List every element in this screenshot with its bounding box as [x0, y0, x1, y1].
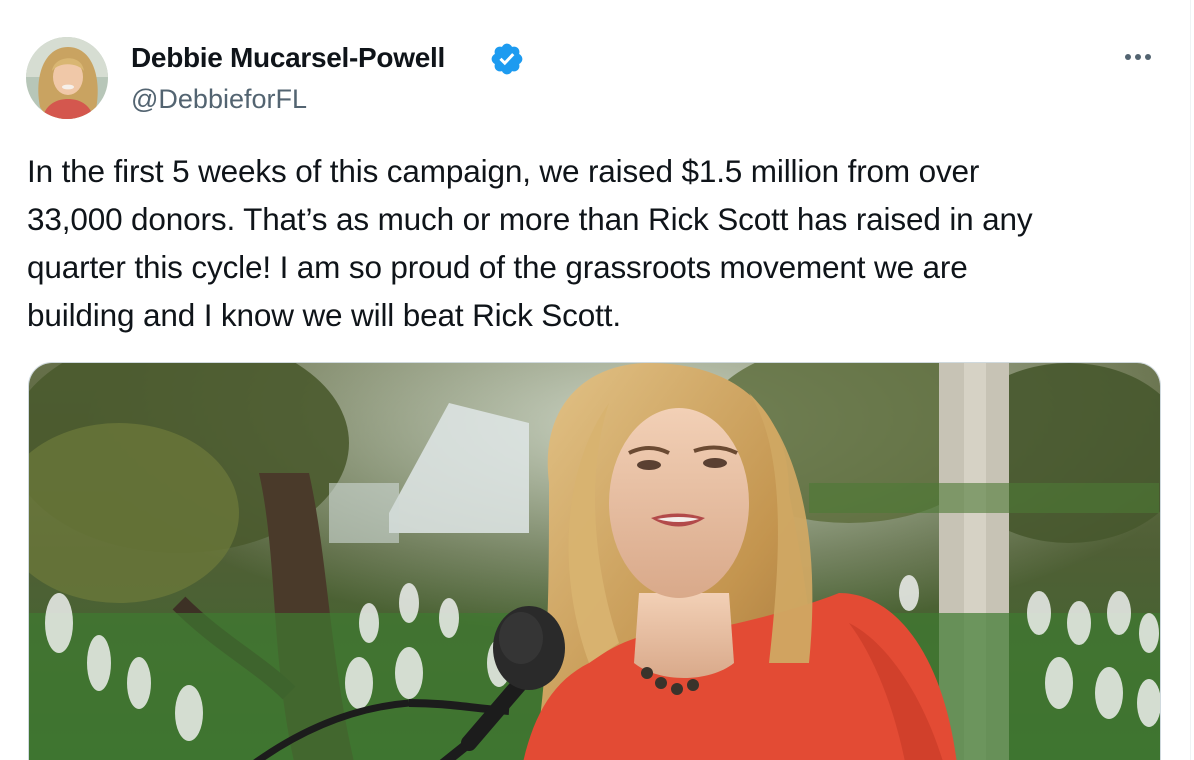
- tweet-text: In the first 5 weeks of this campaign, w…: [27, 153, 1033, 333]
- tweet-photo[interactable]: [28, 362, 1161, 760]
- more-options-icon[interactable]: [1118, 42, 1162, 72]
- author-display-name[interactable]: Debbie Mucarsel-Powell: [131, 41, 445, 75]
- author-handle[interactable]: @DebbieforFL: [131, 83, 307, 115]
- author-avatar[interactable]: [26, 37, 108, 119]
- verified-badge-icon: [489, 41, 525, 77]
- tweet-card[interactable]: Debbie Mucarsel-Powell @DebbieforFL In t…: [0, 0, 1194, 760]
- timeline-divider: [1190, 0, 1191, 760]
